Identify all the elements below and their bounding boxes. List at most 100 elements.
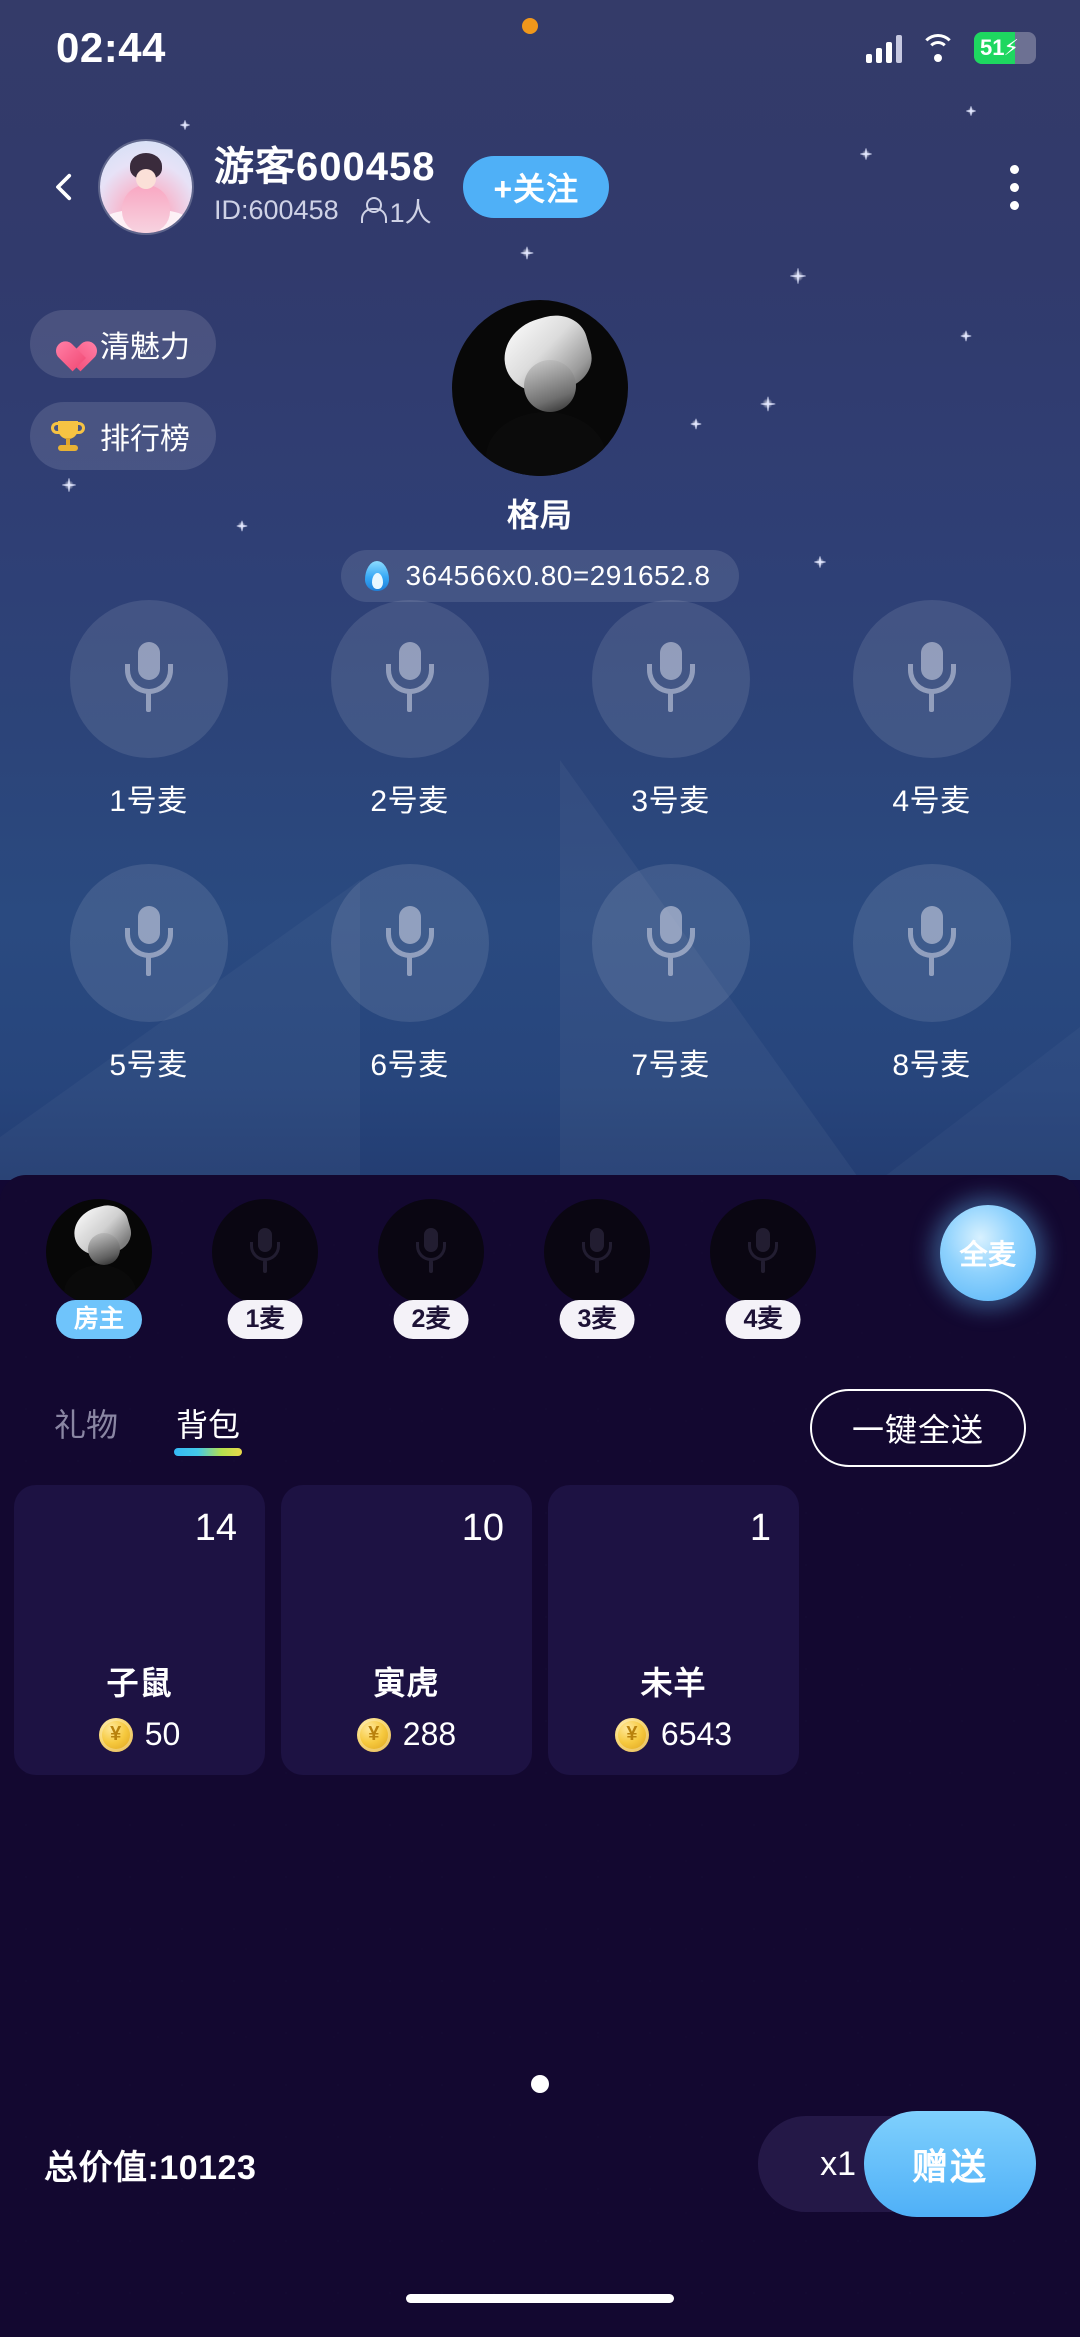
status-right: 51 ⚡ <box>866 32 1036 64</box>
mic-seat-label: 6号麦 <box>370 1049 449 1082</box>
mic-seat-4[interactable]: 4号麦 <box>801 600 1062 820</box>
mic-seat-5[interactable]: 5号麦 <box>18 864 279 1084</box>
mic-seat-label: 5号麦 <box>109 1049 188 1082</box>
back-chevron-icon <box>56 173 72 201</box>
microphone-icon <box>580 1228 614 1276</box>
microphone-icon <box>644 642 698 716</box>
page-title: 游客600458 <box>214 144 436 189</box>
recipient-mic-2[interactable]: 2麦 <box>372 1199 490 1339</box>
gift-name: 寅虎 <box>373 1665 440 1701</box>
page-dot-active <box>531 2075 549 2093</box>
host-value-pill: 364566x0.80=291652.8 <box>341 550 739 602</box>
mic-seat-circle <box>591 600 750 758</box>
coin-icon: ¥ <box>356 1717 391 1752</box>
battery-level: 51 <box>980 35 1005 60</box>
user-meta: 游客600458 ID:600458 1人 <box>214 145 435 230</box>
microphone-icon <box>122 906 176 980</box>
mic-seat-3[interactable]: 3号麦 <box>540 600 801 820</box>
all-mic-button[interactable]: 全麦 <box>940 1205 1036 1301</box>
viewer-count-label: 1人 <box>389 197 432 228</box>
trophy-icon <box>50 419 86 453</box>
recipient-owner[interactable]: 房主 <box>40 1199 158 1339</box>
mic-seat-circle <box>591 864 750 1022</box>
gift-price-value: 50 <box>144 1716 181 1752</box>
badge-charm[interactable]: 清魅力 <box>30 310 216 378</box>
badge-ranking[interactable]: 排行榜 <box>30 402 216 470</box>
microphone-icon <box>905 642 959 716</box>
badge-ranking-label: 排行榜 <box>100 423 190 456</box>
tab-active-underline <box>174 1448 243 1456</box>
microphone-icon <box>122 642 176 716</box>
signal-icon <box>866 33 902 63</box>
mic-seat-circle <box>852 864 1011 1022</box>
gift-count: 10 <box>461 1507 504 1549</box>
flame-icon <box>361 559 393 593</box>
back-button[interactable] <box>34 156 96 218</box>
tab-gifts[interactable]: 礼物 <box>54 1400 118 1456</box>
camera-indicator-dot <box>522 18 538 34</box>
recipient-avatar <box>544 1199 650 1305</box>
tab-gifts-label: 礼物 <box>54 1407 119 1443</box>
person-icon <box>360 197 387 223</box>
gift-price: ¥ 50 <box>98 1716 181 1753</box>
mic-seat-circle <box>852 600 1011 758</box>
gift-card[interactable]: 10 寅虎 ¥ 288 <box>281 1485 532 1775</box>
recipient-mic-1[interactable]: 1麦 <box>206 1199 324 1339</box>
recipient-tag: 2麦 <box>393 1299 469 1339</box>
gift-bottom-bar: 总价值:10123 x1 赠送 <box>0 2109 1080 2219</box>
coin-icon: ¥ <box>614 1717 649 1752</box>
gift-grid: 14 子鼠 ¥ 50 10 寅虎 ¥ 288 1 未羊 ¥ 6543 <box>0 1485 1080 1775</box>
recipient-tag: 4麦 <box>725 1299 801 1339</box>
send-gift-button[interactable]: 赠送 <box>863 2111 1036 2217</box>
microphone-icon <box>905 906 959 980</box>
avatar[interactable] <box>100 141 192 233</box>
mic-seat-circle <box>330 864 489 1022</box>
status-time: 02:44 <box>56 24 166 71</box>
recipient-mic-3[interactable]: 3麦 <box>538 1199 656 1339</box>
gift-price-value: 288 <box>402 1716 457 1752</box>
more-vertical-icon[interactable] <box>982 148 1046 226</box>
mic-seat-1[interactable]: 1号麦 <box>18 600 279 820</box>
badge-list: 清魅力 排行榜 <box>30 310 216 470</box>
user-id: ID:600458 <box>214 194 339 225</box>
mic-seat-circle <box>69 600 228 758</box>
gift-name: 未羊 <box>640 1665 707 1701</box>
gift-price: ¥ 288 <box>356 1716 457 1753</box>
mic-seat-8[interactable]: 8号麦 <box>801 864 1062 1084</box>
home-indicator <box>406 2294 674 2303</box>
send-all-button[interactable]: 一键全送 <box>809 1389 1026 1467</box>
coin-icon: ¥ <box>98 1717 133 1752</box>
recipient-mic-4[interactable]: 4麦 <box>704 1199 822 1339</box>
microphone-icon <box>746 1228 780 1276</box>
viewer-count: 1人 <box>360 191 432 230</box>
wifi-icon <box>920 34 956 62</box>
mic-seat-label: 2号麦 <box>370 785 449 818</box>
host-avatar[interactable] <box>452 300 628 476</box>
recipient-tag: 3麦 <box>559 1299 635 1339</box>
microphone-icon <box>414 1228 448 1276</box>
gift-name: 子鼠 <box>106 1665 173 1701</box>
recipient-avatar <box>212 1199 318 1305</box>
mic-seat-6[interactable]: 6号麦 <box>279 864 540 1084</box>
gift-price: ¥ 6543 <box>614 1716 732 1753</box>
gift-card[interactable]: 14 子鼠 ¥ 50 <box>14 1485 265 1775</box>
recipient-tag: 房主 <box>55 1299 143 1339</box>
sparkle-icon <box>790 268 806 284</box>
tab-backpack[interactable]: 背包 <box>174 1400 243 1456</box>
mic-seat-label: 4号麦 <box>892 785 971 818</box>
mic-seat-7[interactable]: 7号麦 <box>540 864 801 1084</box>
recipient-tag: 1麦 <box>227 1299 303 1339</box>
gift-page-indicator[interactable] <box>0 2075 1080 2093</box>
room-header: 游客600458 ID:600458 1人 +关注 <box>0 132 1080 242</box>
gift-card[interactable]: 1 未羊 ¥ 6543 <box>548 1485 799 1775</box>
gift-count: 1 <box>749 1507 771 1549</box>
microphone-icon <box>248 1228 282 1276</box>
mic-seat-circle <box>330 600 489 758</box>
recipient-avatar <box>710 1199 816 1305</box>
follow-button[interactable]: +关注 <box>463 156 610 218</box>
sparkle-icon <box>180 120 190 130</box>
mic-seat-2[interactable]: 2号麦 <box>279 600 540 820</box>
bolt-icon: ⚡ <box>1003 35 1019 60</box>
heart-icon <box>50 327 86 361</box>
mic-seat-circle <box>69 864 228 1022</box>
